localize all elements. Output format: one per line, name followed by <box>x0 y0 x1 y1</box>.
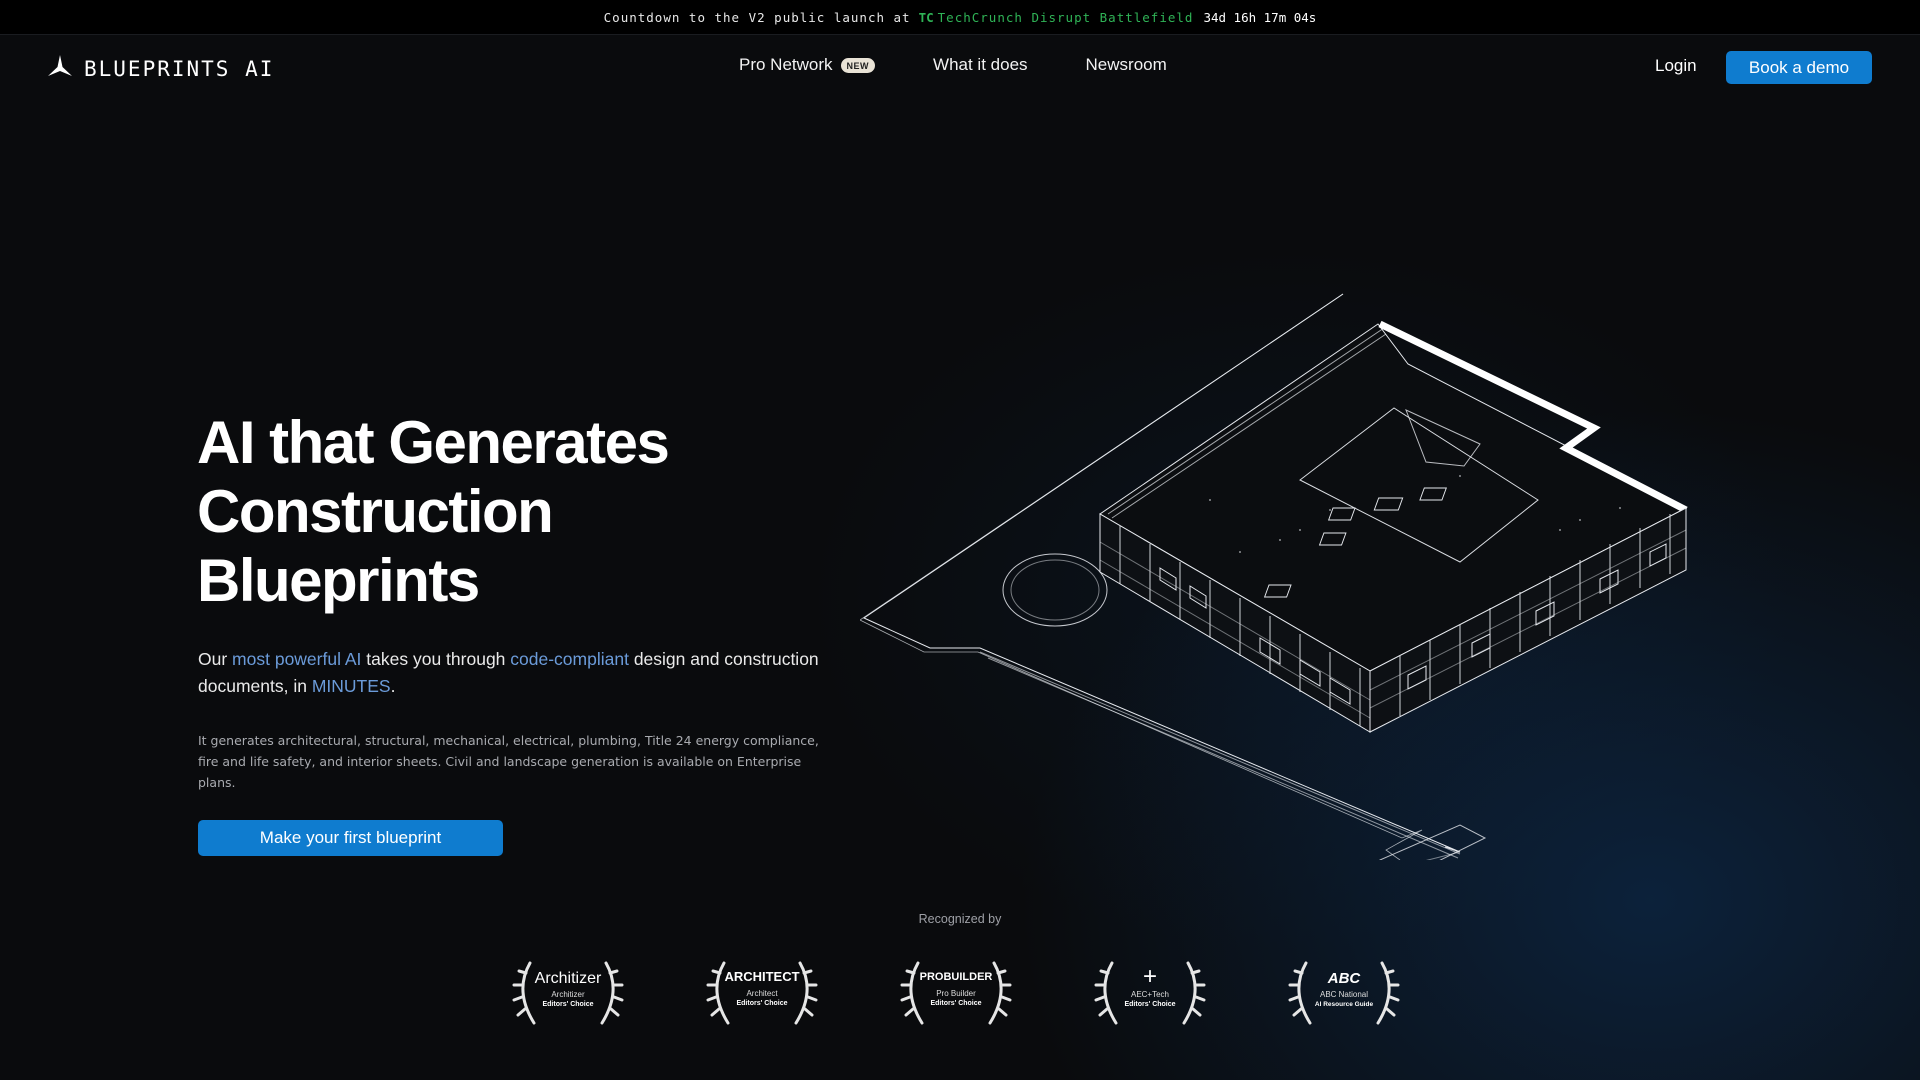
hero-title-line: Construction <box>197 478 554 545</box>
subtitle-highlight: most powerful AI <box>232 649 362 669</box>
award-title: ABC <box>1327 970 1362 987</box>
award-caption: Editors' Choice <box>736 1000 787 1007</box>
brand-logo[interactable]: BLUEPRINTS AI <box>46 54 274 83</box>
award-caption: Editors' Choice <box>542 1001 593 1008</box>
laurel-wreath-icon: ARCHITECT Architect Editors' Choice <box>706 961 818 1025</box>
main-nav: BLUEPRINTS AI Pro Network NEW What it do… <box>0 34 1920 100</box>
award-subtitle: Architect <box>746 989 778 998</box>
hero-title: AI that Generates Construction Blueprint… <box>197 408 817 615</box>
award-caption: Editors' Choice <box>1124 1001 1175 1008</box>
award-subtitle: Pro Builder <box>936 989 976 998</box>
award-subtitle: ABC National <box>1320 990 1368 999</box>
countdown-timer: 34d 16h 17m 04s <box>1203 9 1317 25</box>
award-title: PROBUILDER <box>920 971 993 983</box>
hero-subtitle: Our most powerful AI takes you through c… <box>198 646 838 700</box>
announcement-bar: Countdown to the V2 public launch at TC … <box>0 0 1920 35</box>
make-first-blueprint-button[interactable]: Make your first blueprint <box>198 820 503 856</box>
award-title: + <box>1143 963 1157 990</box>
event-link[interactable]: TechCrunch Disrupt Battlefield <box>938 10 1194 25</box>
nav-item-pro-network[interactable]: Pro Network NEW <box>739 55 876 75</box>
award-title: ARCHITECT <box>724 969 799 984</box>
award-caption: Editors' Choice <box>930 1000 981 1007</box>
subtitle-highlight: code-compliant <box>510 649 629 669</box>
brand-name: BLUEPRINTS AI <box>84 56 275 81</box>
award-subtitle: Architizer <box>551 990 585 999</box>
hero-title-line: Blueprints <box>197 547 480 614</box>
login-link[interactable]: Login <box>1655 56 1697 76</box>
laurel-wreath-icon: Architizer Architizer Editors' Choice <box>512 961 624 1025</box>
book-demo-button[interactable]: Book a demo <box>1726 51 1872 84</box>
laurel-wreath-icon: + AEC+Tech Editors' Choice <box>1094 961 1206 1025</box>
subtitle-text: Our <box>198 649 233 669</box>
nav-item-label: Newsroom <box>1085 55 1167 74</box>
announcement-text: Countdown to the V2 public launch at <box>603 9 911 25</box>
award-probuilder: PROBUILDER Pro Builder Editors' Choice <box>896 955 1016 1031</box>
nav-links: Pro Network NEW What it does Newsroom <box>739 55 1225 75</box>
subtitle-highlight: MINUTES <box>311 676 391 696</box>
subtitle-text: takes you through <box>361 649 511 669</box>
award-architect: ARCHITECT Architect Editors' Choice <box>702 955 822 1031</box>
award-caption: AI Resource Guide <box>1315 1001 1374 1008</box>
nav-item-label: What it does <box>933 55 1028 74</box>
award-abc-national: ABC ABC National AI Resource Guide <box>1284 955 1404 1031</box>
laurel-wreath-icon: PROBUILDER Pro Builder Editors' Choice <box>900 961 1012 1025</box>
hero-title-line: AI that Generates <box>197 409 670 476</box>
nav-item-newsroom[interactable]: Newsroom <box>1086 55 1167 75</box>
nav-item-what-it-does[interactable]: What it does <box>933 55 1028 75</box>
laurel-wreath-icon: ABC ABC National AI Resource Guide <box>1288 961 1400 1025</box>
subtitle-text: . <box>390 676 396 696</box>
building-wireframe-illustration <box>859 280 1720 881</box>
award-title: Architizer <box>535 970 602 987</box>
new-badge: NEW <box>840 57 876 73</box>
hero-description: It generates architectural, structural, … <box>198 733 819 790</box>
awards-row: Architizer Architizer Editors' Choice AR… <box>508 955 1408 1035</box>
nav-item-label: Pro Network <box>739 55 833 74</box>
award-aec-tech: + AEC+Tech Editors' Choice <box>1090 955 1210 1031</box>
recognized-by-label: Recognized by <box>918 912 1002 926</box>
tri-blade-logo-icon <box>46 54 74 83</box>
techcrunch-logo-icon: TC <box>918 9 934 25</box>
award-architizer: Architizer Architizer Editors' Choice <box>508 955 628 1031</box>
award-subtitle: AEC+Tech <box>1131 990 1169 999</box>
